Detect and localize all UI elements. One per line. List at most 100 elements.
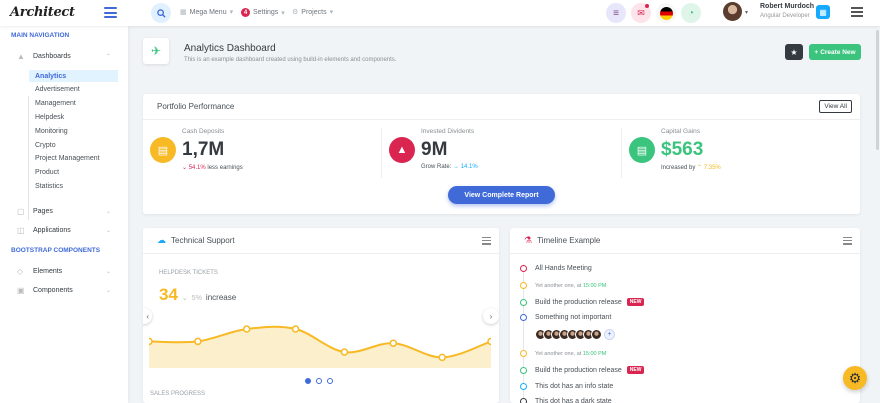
flask-icon: ⚗ (524, 235, 533, 245)
sidebar-item-dashboards[interactable]: ▲ Dashboards ⌃ (17, 50, 117, 62)
divider (621, 128, 622, 178)
sidebar-subitem-advertisement[interactable]: Advertisement (29, 84, 118, 96)
chevron-down-icon: ▾ (329, 9, 334, 16)
chevron-down-icon: ⌄ (105, 208, 111, 215)
settings-link[interactable]: 4 Settings ▾ (241, 8, 285, 17)
page-scrollbar[interactable] (876, 30, 879, 150)
card-header: Portfolio Performance View All (143, 94, 860, 120)
sidebar-subitem-helpdesk[interactable]: Helpdesk (29, 111, 118, 123)
page-subtitle: This is an example dashboard created usi… (184, 57, 397, 63)
metric-change: 54.1% (188, 165, 206, 171)
carousel-dot[interactable] (327, 378, 333, 384)
language-button[interactable] (656, 3, 676, 23)
megaphone-icon: ✉ (637, 7, 645, 18)
card-menu-button[interactable] (482, 237, 491, 247)
sidebar-item-pages[interactable]: ▢ Pages ⌄ (17, 205, 117, 217)
activity-button[interactable]: ◔ (681, 3, 701, 23)
view-all-button[interactable]: View All (819, 100, 852, 113)
card-header: ☁ Technical Support (143, 228, 499, 254)
main-navigation-heading: MAIN NAVIGATION (11, 32, 70, 39)
sidebar-toggle-button[interactable] (104, 7, 117, 18)
card-title: Technical Support (171, 236, 235, 245)
calendar-button[interactable]: ▦ (816, 5, 830, 19)
notifications-button[interactable]: ✉ (631, 3, 651, 23)
sidebar-item-label: Elements (33, 267, 63, 275)
chart-point-7[interactable] (487, 337, 491, 346)
new-badge: NEW (626, 366, 645, 374)
app-logo[interactable]: Architect (10, 5, 75, 20)
carousel-dot[interactable] (316, 378, 322, 384)
german-flag-icon (659, 6, 673, 20)
chart-point-5[interactable] (389, 339, 398, 347)
carousel-next-button[interactable]: › (483, 308, 499, 324)
technical-support-card: ☁ Technical Support HELPDESK TICKETS 34 … (143, 228, 499, 403)
avatar (591, 329, 602, 340)
projects-label: Projects (301, 8, 327, 16)
down-arrow-icon: ⌄ (181, 295, 188, 302)
timeline-dot (520, 350, 527, 357)
metric-icon-cash: ▤ (150, 137, 176, 163)
timeline-dot (520, 282, 527, 289)
sales-progress-label: SALES PROGRESS (150, 391, 206, 397)
right-menu-button[interactable] (851, 7, 863, 19)
chart-point-6[interactable] (438, 353, 446, 362)
timeline-dot (520, 265, 527, 272)
sidebar-item-label: Pages (33, 207, 53, 215)
timeline-item: This dot has an info state (520, 383, 613, 390)
card-menu-button[interactable] (843, 237, 852, 247)
view-complete-report-button[interactable]: View Complete Report (448, 186, 555, 204)
calendar-icon: ▦ (819, 7, 827, 17)
sidebar-subitem-project-management[interactable]: Project Management (29, 153, 118, 165)
metric-value: 1,7M (182, 139, 225, 160)
avatar-group: + (535, 329, 615, 340)
search-icon (156, 8, 166, 18)
timeline-text: Something not important (535, 314, 612, 321)
sidebar-item-elements[interactable]: ◇ Elements ⌄ (17, 265, 117, 277)
metric-label: Invested Dividents (421, 128, 475, 135)
user-avatar[interactable] (723, 2, 742, 21)
notification-dot (645, 4, 649, 8)
sidebar-subitem-crypto[interactable]: Crypto (29, 139, 118, 151)
box-icon: ◫ (17, 225, 25, 235)
favorite-button[interactable]: ★ (785, 44, 803, 60)
timeline-text: Build the production release (535, 298, 622, 306)
chart-point-1[interactable] (194, 337, 202, 346)
grid-icon: ▦ (180, 9, 187, 16)
sidebar-subitem-statistics[interactable]: Statistics (29, 180, 118, 192)
cloud-icon: ☁ (157, 235, 166, 245)
timeline-item: Something not important (520, 314, 611, 321)
chart-point-2[interactable] (242, 325, 251, 333)
settings-fab-button[interactable]: ⚙ (843, 366, 867, 390)
avatar-chevron-icon[interactable]: ▾ (745, 9, 748, 16)
card-header: ⚗ Timeline Example (510, 228, 860, 254)
search-button[interactable] (151, 3, 171, 23)
gear-icon: ⚙ (848, 369, 862, 386)
helpdesk-area-chart (149, 325, 491, 368)
sidebar-subitem-analytics[interactable]: Analytics (29, 70, 118, 82)
right-arrow-icon: → (453, 164, 460, 170)
timeline-item: Build the production release NEW (520, 366, 645, 374)
sidebar-subitem-monitoring[interactable]: Monitoring (29, 125, 118, 137)
projects-link[interactable]: ⚙ Projects ▾ (292, 8, 334, 17)
timeline-card: ⚗ Timeline Example All Hands Meeting Yet … (510, 228, 860, 403)
top-header: Architect ▦ Mega Menu ▾ 4 Settings ▾ ⚙ P… (0, 0, 880, 26)
sidebar-subitem-product[interactable]: Product (29, 167, 118, 179)
list-icon: ≡ (613, 7, 619, 19)
sidebar-item-applications[interactable]: ◫ Applications ⌄ (17, 224, 117, 236)
sidebar-subitem-management[interactable]: Management (29, 98, 118, 110)
chevron-down-icon: ⌄ (105, 268, 111, 275)
chart-point-0[interactable] (149, 337, 153, 346)
carousel-indicators (305, 378, 333, 384)
apps-button[interactable]: ≡ (606, 3, 626, 23)
settings-badge: 4 (241, 8, 250, 17)
divider (381, 128, 382, 178)
sidebar-item-components[interactable]: ▣ Components ⌄ (17, 284, 117, 296)
carousel-dot-active[interactable] (305, 378, 311, 384)
mega-menu-link[interactable]: ▦ Mega Menu ▾ (180, 8, 233, 17)
create-new-button[interactable]: + Create New (809, 44, 861, 60)
chart-point-4[interactable] (340, 348, 349, 356)
metric-footer: Increased by ⌃ 7.35% (661, 164, 721, 171)
timeline-item: Yet another one, at 15:00 PM (520, 282, 606, 289)
add-avatar-button[interactable]: + (604, 329, 615, 340)
chart-point-3[interactable] (291, 325, 300, 333)
